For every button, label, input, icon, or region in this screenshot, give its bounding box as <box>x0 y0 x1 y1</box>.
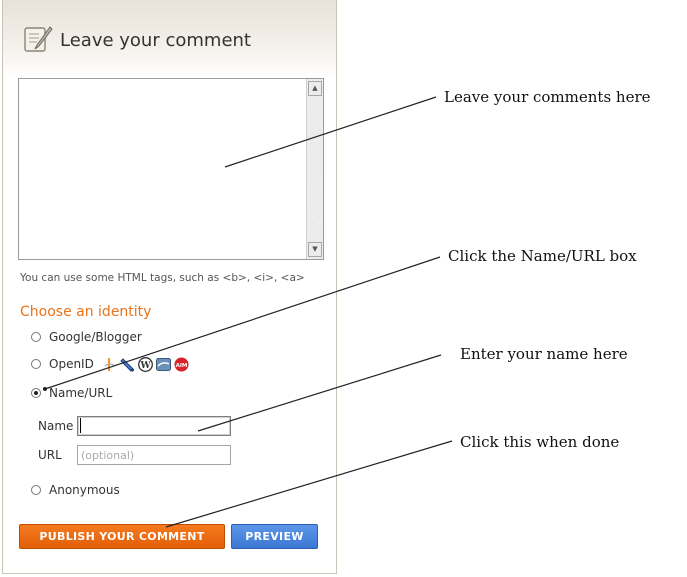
callout-line-comments <box>224 96 437 168</box>
callout-name-url-text: Click the Name/URL box <box>448 247 637 265</box>
callout-lines <box>43 96 453 528</box>
callout-line-name-url <box>44 256 441 390</box>
callout-publish-text: Click this when done <box>460 433 620 451</box>
callout-line-publish <box>165 440 453 528</box>
callout-dot-name-url <box>43 387 47 391</box>
callout-comments-text: Leave your comments here <box>444 88 651 106</box>
callout-line-name <box>197 354 442 432</box>
callout-name-text: Enter your name here <box>460 345 628 363</box>
